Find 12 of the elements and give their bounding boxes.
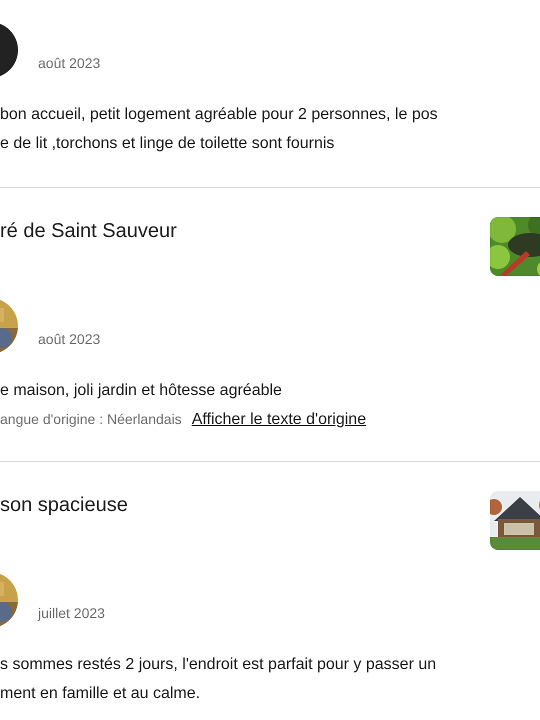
- review-text: ment en famille et au calme.: [0, 684, 200, 704]
- review-date: août 2023: [38, 330, 100, 349]
- review-text: e maison, joli jardin et hôtesse agréable: [0, 381, 282, 401]
- review-date: août 2023: [38, 54, 100, 73]
- show-original-link[interactable]: Afficher le texte d'origine: [192, 405, 366, 434]
- review-date: juillet 2023: [38, 604, 105, 623]
- listing-title: ré de Saint Sauveur: [0, 219, 177, 244]
- translation-note: angue d'origine : Néerlandais: [0, 410, 182, 429]
- review-text: e de lit ,torchons et linge de toilette sont fournis: [0, 134, 334, 154]
- listing-title: son spacieuse: [0, 493, 128, 518]
- review-text: bon accueil, petit logement agréable pour 2 personnes, le pos: [0, 105, 438, 125]
- review-text: s sommes restés 2 jours, l'endroit est parfait pour y passer un: [0, 655, 436, 675]
